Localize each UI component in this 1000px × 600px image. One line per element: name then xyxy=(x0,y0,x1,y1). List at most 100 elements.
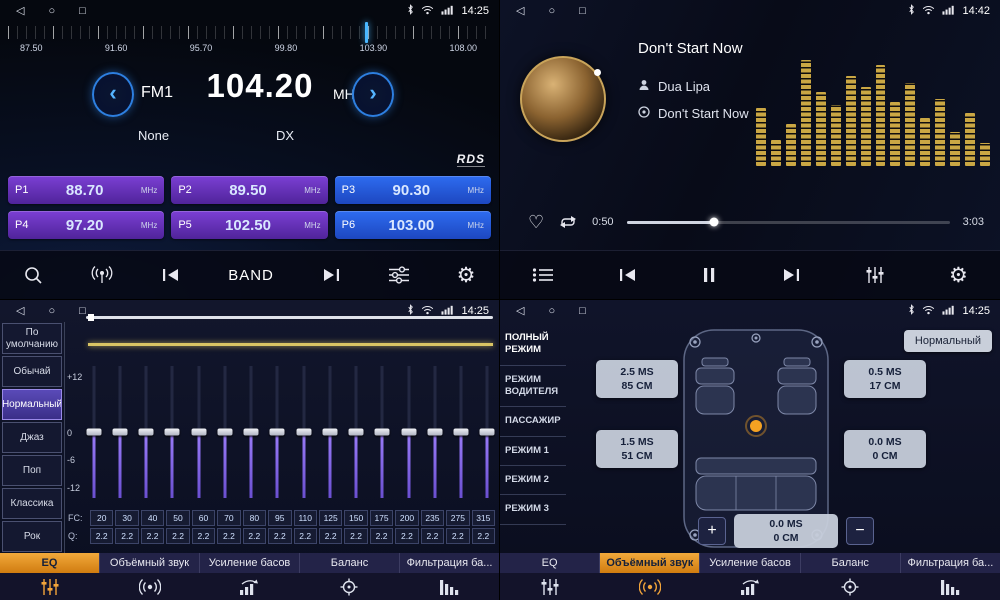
nav-home-icon[interactable]: ○ xyxy=(548,0,555,22)
eq-band-slider[interactable] xyxy=(427,366,442,498)
mixer-icon[interactable] xyxy=(388,266,410,284)
tab-filter[interactable]: Фильтрация ба... xyxy=(400,553,499,573)
radio-preset-p2[interactable]: P289.50MHz xyxy=(171,176,327,204)
search-icon[interactable] xyxy=(23,265,43,285)
repeat-icon[interactable] xyxy=(557,214,579,230)
previous-track-icon[interactable] xyxy=(618,267,638,283)
delay-increase-button[interactable]: + xyxy=(698,517,726,545)
eq-slider-knob[interactable] xyxy=(401,429,416,436)
nav-back-icon[interactable]: ◁ xyxy=(16,0,24,22)
eq-preset-item[interactable]: Поп xyxy=(2,455,62,486)
tab-eq[interactable]: EQ xyxy=(500,553,600,573)
eq-preset-item[interactable]: Нормальный xyxy=(2,389,62,420)
eq-slider-knob[interactable] xyxy=(244,429,259,436)
eq-slider-knob[interactable] xyxy=(191,429,206,436)
surround-tab-icon[interactable] xyxy=(100,578,200,596)
eq-band-slider[interactable] xyxy=(480,366,495,498)
eq-slider-knob[interactable] xyxy=(217,429,232,436)
eq-band-slider[interactable] xyxy=(296,366,311,498)
tab-surround[interactable]: Объёмный звук xyxy=(100,553,200,573)
settings-gear-icon[interactable]: ⚙ xyxy=(457,265,476,286)
surround-mode-item[interactable]: ПОЛНЫЙ РЕЖИМ xyxy=(500,324,566,366)
eq-slider-knob[interactable] xyxy=(375,429,390,436)
eq-tab-icon[interactable] xyxy=(0,578,100,596)
nav-back-icon[interactable]: ◁ xyxy=(516,300,524,322)
eq-band-slider[interactable] xyxy=(322,366,337,498)
eq-band-slider[interactable] xyxy=(139,366,154,498)
bass-tab-icon[interactable] xyxy=(700,578,800,596)
profile-button[interactable]: Нормальный xyxy=(904,330,992,352)
eq-slider-knob[interactable] xyxy=(322,429,337,436)
nav-back-icon[interactable]: ◁ xyxy=(16,300,24,322)
tab-bass[interactable]: Усиление басов xyxy=(700,553,800,573)
eq-slider-knob[interactable] xyxy=(86,429,101,436)
eq-preset-item[interactable]: Рок xyxy=(2,521,62,552)
eq-slider-knob[interactable] xyxy=(296,429,311,436)
tab-filter[interactable]: Фильтрация ба... xyxy=(901,553,1000,573)
delay-front-right[interactable]: 0.5 MS17 CM xyxy=(844,360,926,398)
nav-home-icon[interactable]: ○ xyxy=(48,300,55,322)
eq-sliders-icon[interactable] xyxy=(865,266,885,284)
eq-band-slider[interactable] xyxy=(454,366,469,498)
bass-tab-icon[interactable] xyxy=(200,578,300,596)
nav-recents-icon[interactable]: □ xyxy=(79,300,86,322)
progress-bar[interactable] xyxy=(627,221,950,224)
eq-band-slider[interactable] xyxy=(244,366,259,498)
eq-band-slider[interactable] xyxy=(86,366,101,498)
surround-mode-item[interactable]: РЕЖИМ 2 xyxy=(500,466,566,495)
nav-home-icon[interactable]: ○ xyxy=(48,0,55,22)
eq-band-slider[interactable] xyxy=(375,366,390,498)
previous-station-icon[interactable] xyxy=(161,267,181,283)
surround-mode-item[interactable]: РЕЖИМ 3 xyxy=(500,495,566,524)
filter-tab-icon[interactable] xyxy=(900,578,1000,596)
album-art[interactable] xyxy=(520,56,606,142)
eq-slider-knob[interactable] xyxy=(480,429,495,436)
eq-band-slider[interactable] xyxy=(349,366,364,498)
tune-down-button[interactable]: ‹ xyxy=(92,72,134,117)
eq-band-slider[interactable] xyxy=(191,366,206,498)
frequency-scale[interactable]: 87.5091.6095.7099.80103.90108.00 xyxy=(8,26,491,62)
nav-back-icon[interactable]: ◁ xyxy=(516,0,524,22)
tab-surround[interactable]: Объёмный звук xyxy=(600,553,700,573)
playlist-icon[interactable] xyxy=(532,267,554,283)
tab-balance[interactable]: Баланс xyxy=(300,553,400,573)
eq-slider-knob[interactable] xyxy=(427,429,442,436)
delay-rear-right[interactable]: 0.0 MS0 CM xyxy=(844,430,926,468)
eq-preset-item[interactable]: По умолчанию xyxy=(2,323,62,354)
tab-eq[interactable]: EQ xyxy=(0,553,100,573)
delay-front-left[interactable]: 2.5 MS85 CM xyxy=(596,360,678,398)
favorite-heart-icon[interactable]: ♡ xyxy=(528,213,544,231)
surround-mode-item[interactable]: ПАССАЖИР xyxy=(500,407,566,436)
eq-slider-knob[interactable] xyxy=(270,429,285,436)
tune-up-button[interactable]: › xyxy=(352,72,394,117)
radio-preset-p5[interactable]: P5102.50MHz xyxy=(171,211,327,239)
eq-tab-icon[interactable] xyxy=(500,578,600,596)
pause-icon[interactable] xyxy=(702,267,716,283)
nav-home-icon[interactable]: ○ xyxy=(548,300,555,322)
delay-decrease-button[interactable]: − xyxy=(846,517,874,545)
eq-band-slider[interactable] xyxy=(112,366,127,498)
balance-tab-icon[interactable] xyxy=(800,578,900,596)
surround-mode-item[interactable]: РЕЖИМ 1 xyxy=(500,437,566,466)
eq-band-slider[interactable] xyxy=(401,366,416,498)
surround-mode-item[interactable]: РЕЖИМ ВОДИТЕЛЯ xyxy=(500,366,566,408)
radio-preset-p4[interactable]: P497.20MHz xyxy=(8,211,164,239)
radio-preset-p6[interactable]: P6103.00MHz xyxy=(335,211,491,239)
progress-knob[interactable] xyxy=(709,218,718,227)
eq-band-slider[interactable] xyxy=(217,366,232,498)
balance-tab-icon[interactable] xyxy=(299,578,399,596)
eq-band-slider[interactable] xyxy=(165,366,180,498)
eq-slider-knob[interactable] xyxy=(454,429,469,436)
next-track-icon[interactable] xyxy=(781,267,801,283)
eq-slider-knob[interactable] xyxy=(139,429,154,436)
radio-preset-p3[interactable]: P390.30MHz xyxy=(335,176,491,204)
eq-slider-knob[interactable] xyxy=(349,429,364,436)
surround-tab-icon[interactable] xyxy=(600,578,700,596)
eq-band-slider[interactable] xyxy=(270,366,285,498)
eq-preset-item[interactable]: Классика xyxy=(2,488,62,519)
eq-slider-knob[interactable] xyxy=(112,429,127,436)
nav-recents-icon[interactable]: □ xyxy=(579,300,586,322)
band-button[interactable]: BAND xyxy=(228,267,274,284)
eq-preset-item[interactable]: Джаз xyxy=(2,422,62,453)
tab-balance[interactable]: Баланс xyxy=(801,553,901,573)
